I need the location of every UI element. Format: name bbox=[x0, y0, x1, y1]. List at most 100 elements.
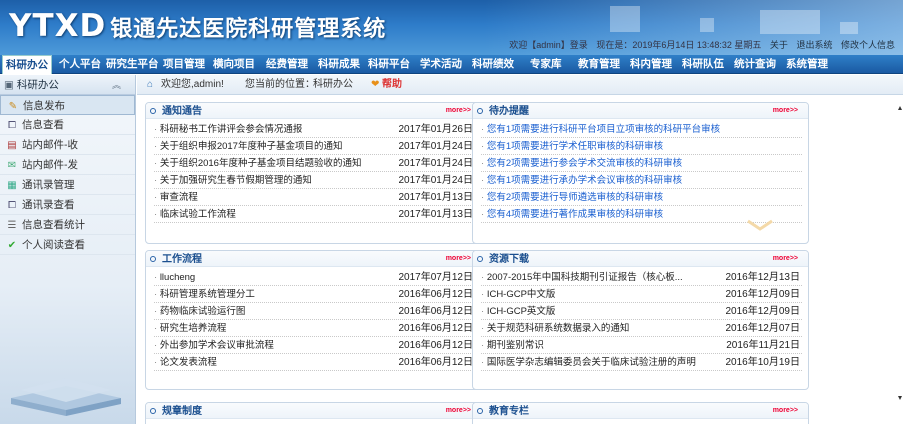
list-item-title: 关于规范科研系统数据录入的通知 bbox=[481, 320, 630, 337]
nav-item-funding[interactable]: 经费管理 bbox=[266, 55, 308, 74]
list-item[interactable]: 审查流程 2017年01月13日 bbox=[154, 189, 475, 206]
list-item[interactable]: 科研秘书工作讲评会参会情况通报 2017年01月26日 bbox=[154, 121, 475, 138]
sidebar-item-label: 通讯录查看 bbox=[22, 199, 75, 211]
circle-bullet-icon bbox=[150, 408, 156, 414]
about-link[interactable]: 关于 bbox=[770, 40, 788, 50]
todo-link[interactable]: 您有4项需要进行著作成果审核的科研审核 bbox=[481, 206, 663, 223]
more-link[interactable]: more>> bbox=[446, 403, 471, 419]
list-item-date: 2017年07月12日 bbox=[398, 272, 474, 283]
list-item-title: 论文发表流程 bbox=[154, 354, 217, 371]
sidebar-header-icon: ▣ bbox=[4, 79, 14, 91]
double-chevron-up-icon[interactable]: ︽ bbox=[112, 75, 121, 95]
nav-item-personal[interactable]: 个人平台 bbox=[59, 55, 101, 74]
nav-item-research-platform[interactable]: 科研平台 bbox=[368, 55, 410, 74]
help-link[interactable]: 帮助 bbox=[382, 75, 402, 95]
list-item[interactable]: 临床试验工作流程 2017年01月13日 bbox=[154, 206, 475, 223]
nav-item-research-office[interactable]: 科研办公 bbox=[2, 55, 52, 74]
list-item-date: 2016年06月12日 bbox=[398, 340, 474, 351]
list-item[interactable]: 期刊鉴别常识 2016年11月21日 bbox=[481, 337, 802, 354]
nav-item-system[interactable]: 系统管理 bbox=[786, 55, 828, 74]
more-link[interactable]: more>> bbox=[773, 403, 798, 419]
list-item[interactable]: llucheng 2017年07月12日 bbox=[154, 269, 475, 286]
list-item-date: 2017年01月13日 bbox=[398, 209, 474, 220]
sidebar-item-address-book-view[interactable]: ⧠ 通讯录查看 bbox=[0, 195, 135, 215]
sidebar-item-label: 信息发布 bbox=[23, 100, 65, 112]
panel-header: 通知通告 more>> bbox=[146, 103, 481, 119]
list-item[interactable]: 您有2项需要进行导师遴选审核的科研审核 bbox=[481, 189, 802, 206]
breadcrumb-welcome: 欢迎您,admin! bbox=[161, 79, 224, 90]
list-item[interactable]: 国际医学杂志编辑委员会关于临床试验注册的声明 2016年10月19日 bbox=[481, 354, 802, 371]
list-item[interactable]: 您有1项需要进行科研平台项目立项审核的科研平台审核 bbox=[481, 121, 802, 138]
circle-bullet-icon bbox=[477, 408, 483, 414]
todo-link[interactable]: 您有1项需要进行承办学术会议审核的科研审核 bbox=[481, 172, 682, 189]
todo-link[interactable]: 您有1项需要进行学术任职审核的科研审核 bbox=[481, 138, 663, 155]
list-item[interactable]: 科研管理系统管理分工 2016年06月12日 bbox=[154, 286, 475, 303]
todo-link[interactable]: 您有2项需要进行参会学术交流审核的科研审核 bbox=[481, 155, 682, 172]
list-item[interactable]: 论文发表流程 2016年06月12日 bbox=[154, 354, 475, 371]
list-item-title: 药物临床试验运行图 bbox=[154, 303, 246, 320]
list-item-title: ICH-GCP中文版 bbox=[481, 286, 556, 303]
nav-item-performance[interactable]: 科研绩效 bbox=[472, 55, 514, 74]
sidebar-item-view-stats[interactable]: ☰ 信息查看统计 bbox=[0, 215, 135, 235]
list-item-title: 关于组织申报2017年度种子基金项目的通知 bbox=[154, 138, 343, 155]
list-item[interactable]: ICH-GCP英文版 2016年12月09日 bbox=[481, 303, 802, 320]
nav-item-academic[interactable]: 学术活动 bbox=[420, 55, 462, 74]
list-item[interactable]: 关于规范科研系统数据录入的通知 2016年12月07日 bbox=[481, 320, 802, 337]
list-item-title: 关于组织2016年度种子基金项目结题验收的通知 bbox=[154, 155, 362, 172]
sidebar-item-publish[interactable]: ✎ 信息发布 bbox=[0, 95, 135, 115]
sidebar-item-mail-send[interactable]: ✉ 站内邮件-发 bbox=[0, 155, 135, 175]
list-item[interactable]: 外出参加学术会议审批流程 2016年06月12日 bbox=[154, 337, 475, 354]
list-item[interactable]: 您有1项需要进行承办学术会议审核的科研审核 bbox=[481, 172, 802, 189]
list-item-title: 科研管理系统管理分工 bbox=[154, 286, 255, 303]
list-item[interactable]: ICH-GCP中文版 2016年12月09日 bbox=[481, 286, 802, 303]
main-nav: 科研办公 个人平台 研究生平台 项目管理 横向项目 经费管理 科研成果 科研平台… bbox=[0, 55, 903, 74]
panel-notices: 通知通告 more>> 科研秘书工作讲评会参会情况通报 2017年01月26日 关… bbox=[145, 102, 482, 244]
breadcrumb-location-label: 您当前的位置： bbox=[245, 79, 315, 90]
nav-item-horizontal-projects[interactable]: 横向项目 bbox=[213, 55, 255, 74]
nav-item-graduate[interactable]: 研究生平台 bbox=[106, 55, 159, 74]
list-item-date: 2017年01月24日 bbox=[398, 158, 474, 169]
list-item-date: 2016年11月21日 bbox=[726, 340, 800, 351]
todo-link[interactable]: 您有2项需要进行导师遴选审核的科研审核 bbox=[481, 189, 663, 206]
list-item[interactable]: 研究生培养流程 2016年06月12日 bbox=[154, 320, 475, 337]
nav-item-department[interactable]: 科内管理 bbox=[630, 55, 672, 74]
list-item-date: 2017年01月13日 bbox=[398, 192, 474, 203]
sidebar-item-personal-reading[interactable]: ✔ 个人阅读查看 bbox=[0, 235, 135, 255]
list-item[interactable]: 您有1项需要进行学术任职审核的科研审核 bbox=[481, 138, 802, 155]
address-book-icon: ▦ bbox=[7, 180, 17, 191]
todo-link[interactable]: 您有1项需要进行科研平台项目立项审核的科研平台审核 bbox=[481, 121, 720, 138]
nav-item-education[interactable]: 教育管理 bbox=[578, 55, 620, 74]
nav-item-experts[interactable]: 专家库 bbox=[530, 55, 562, 74]
home-icon[interactable]: ⌂ bbox=[147, 75, 153, 95]
edit-profile-link[interactable]: 修改个人信息 bbox=[841, 40, 895, 50]
logout-link[interactable]: 退出系统 bbox=[796, 40, 832, 50]
list-item[interactable]: 药物临床试验运行图 2016年06月12日 bbox=[154, 303, 475, 320]
nav-item-team[interactable]: 科研队伍 bbox=[682, 55, 724, 74]
sidebar-item-address-book-manage[interactable]: ▦ 通讯录管理 bbox=[0, 175, 135, 195]
more-link[interactable]: more>> bbox=[773, 251, 798, 267]
list-item[interactable]: 关于组织申报2017年度种子基金项目的通知 2017年01月24日 bbox=[154, 138, 475, 155]
list-item[interactable]: 2007-2015年中国科技期刊引证报告（核心板... 2016年12月13日 bbox=[481, 269, 802, 286]
panel-education: 教育专栏 more>> bbox=[472, 402, 809, 424]
sidebar-item-view-info[interactable]: ⧠ 信息查看 bbox=[0, 115, 135, 135]
sidebar-item-mail-inbox[interactable]: ▤ 站内邮件-收 bbox=[0, 135, 135, 155]
sidebar-item-label: 信息查看统计 bbox=[22, 219, 85, 231]
list-item[interactable]: 您有2项需要进行参会学术交流审核的科研审核 bbox=[481, 155, 802, 172]
nav-item-statistics[interactable]: 统计查询 bbox=[734, 55, 776, 74]
more-link[interactable]: more>> bbox=[446, 251, 471, 267]
list-icon: ☰ bbox=[7, 220, 17, 231]
list-item-title: 期刊鉴别常识 bbox=[481, 337, 544, 354]
list-item-date: 2016年06月12日 bbox=[398, 289, 474, 300]
help-icon: ❤ bbox=[371, 79, 380, 90]
more-link[interactable]: more>> bbox=[773, 103, 798, 119]
list-item[interactable]: 关于组织2016年度种子基金项目结题验收的通知 2017年01月24日 bbox=[154, 155, 475, 172]
sidebar-item-label: 站内邮件-发 bbox=[22, 159, 78, 171]
more-link[interactable]: more>> bbox=[446, 103, 471, 119]
list-item[interactable]: 关于加强研究生春节假期管理的通知 2017年01月24日 bbox=[154, 172, 475, 189]
nav-item-achievements[interactable]: 科研成果 bbox=[318, 55, 360, 74]
panel-title: 待办提醒 bbox=[489, 106, 529, 117]
panel-header: 工作流程 more>> bbox=[146, 251, 481, 267]
panel-header: 资源下载 more>> bbox=[473, 251, 808, 267]
vertical-scrollbar[interactable] bbox=[897, 96, 903, 424]
nav-item-projects[interactable]: 项目管理 bbox=[163, 55, 205, 74]
